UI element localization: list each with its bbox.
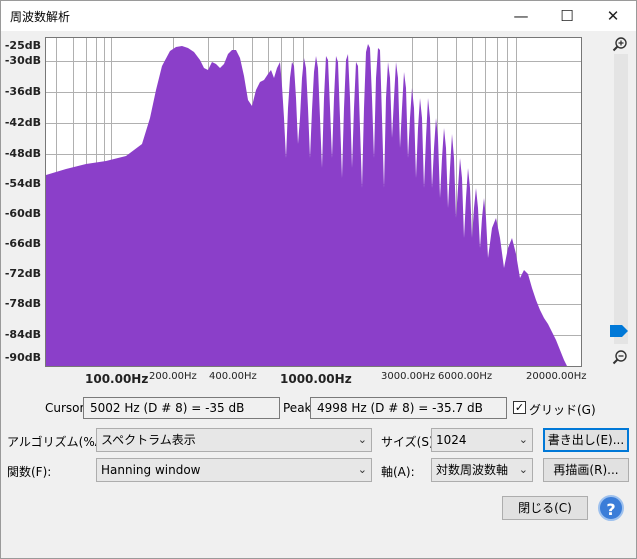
zoom-out-icon[interactable]: [612, 349, 628, 365]
x-axis-label: 100.00Hz: [85, 372, 149, 386]
maximize-button[interactable]: ☐: [544, 1, 590, 31]
replot-button[interactable]: 再描画(R)...: [543, 458, 629, 482]
y-axis-label: -60dB: [4, 207, 41, 220]
algorithm-value: スペクトラム表示: [101, 433, 196, 447]
algorithm-select[interactable]: スペクトラム表示 ⌄: [96, 428, 372, 452]
help-button[interactable]: ?: [598, 495, 624, 521]
y-axis-label: -66dB: [4, 237, 41, 250]
vertical-zoom-slider[interactable]: [614, 54, 628, 344]
frequency-analysis-window: 周波数解析 — ☐ ✕ -25dB -30dB -36dB -42dB -48d…: [0, 0, 637, 559]
function-select[interactable]: Hanning window ⌄: [96, 458, 372, 482]
export-button[interactable]: 書き出し(E)...: [543, 428, 629, 452]
spectrum-plot[interactable]: [45, 37, 582, 367]
x-axis-label: 200.00Hz: [149, 371, 197, 382]
y-axis-label: -84dB: [4, 328, 41, 341]
minimize-button[interactable]: —: [498, 1, 544, 31]
y-axis-label: -54dB: [4, 177, 41, 190]
axis-label: 軸(A):: [381, 465, 415, 479]
chevron-down-icon: ⌄: [518, 463, 528, 476]
slider-thumb[interactable]: [610, 325, 628, 337]
size-label: サイズ(S):: [381, 435, 438, 449]
y-axis-label: -72dB: [4, 267, 41, 280]
close-button[interactable]: 閉じる(C): [502, 496, 588, 520]
x-axis-label: 1000.00Hz: [280, 372, 352, 386]
y-axis-label: -78dB: [4, 297, 41, 310]
y-axis-label: -90dB: [4, 351, 41, 364]
chevron-down-icon: ⌄: [518, 433, 528, 446]
x-axis-label: 20000.00Hz: [526, 371, 587, 382]
chevron-down-icon: ⌄: [357, 463, 367, 476]
y-axis-label: -36dB: [4, 85, 41, 98]
spectrum-svg: [46, 38, 581, 366]
peak-readout: 4998 Hz (D # 8) = -35.7 dB: [310, 397, 507, 419]
y-axis-label: -48dB: [4, 147, 41, 160]
size-value: 1024: [436, 433, 467, 447]
cursor-label: Cursor:: [45, 401, 89, 415]
x-axis-label: 6000.00Hz: [438, 371, 493, 382]
axis-select[interactable]: 対数周波数軸 ⌄: [431, 458, 533, 482]
x-axis-label: 400.00Hz: [209, 371, 257, 382]
x-axis-label: 3000.00Hz: [381, 371, 436, 382]
axis-value: 対数周波数軸: [436, 463, 509, 477]
size-select[interactable]: 1024 ⌄: [431, 428, 533, 452]
zoom-in-icon[interactable]: [612, 36, 628, 52]
grid-checkbox[interactable]: ✓: [513, 401, 526, 414]
function-label: 関数(F):: [7, 465, 52, 479]
function-value: Hanning window: [101, 463, 201, 477]
grid-checkbox-label[interactable]: グリッド(G): [529, 401, 596, 418]
close-window-button[interactable]: ✕: [590, 1, 636, 31]
y-axis-label: -25dB: [4, 39, 41, 52]
chevron-down-icon: ⌄: [357, 433, 367, 446]
cursor-readout: 5002 Hz (D # 8) = -35 dB: [83, 397, 280, 419]
y-axis-label: -30dB: [4, 54, 41, 67]
window-title: 周波数解析: [10, 10, 71, 24]
title-bar: 周波数解析 — ☐ ✕: [1, 1, 636, 31]
y-axis-label: -42dB: [4, 116, 41, 129]
